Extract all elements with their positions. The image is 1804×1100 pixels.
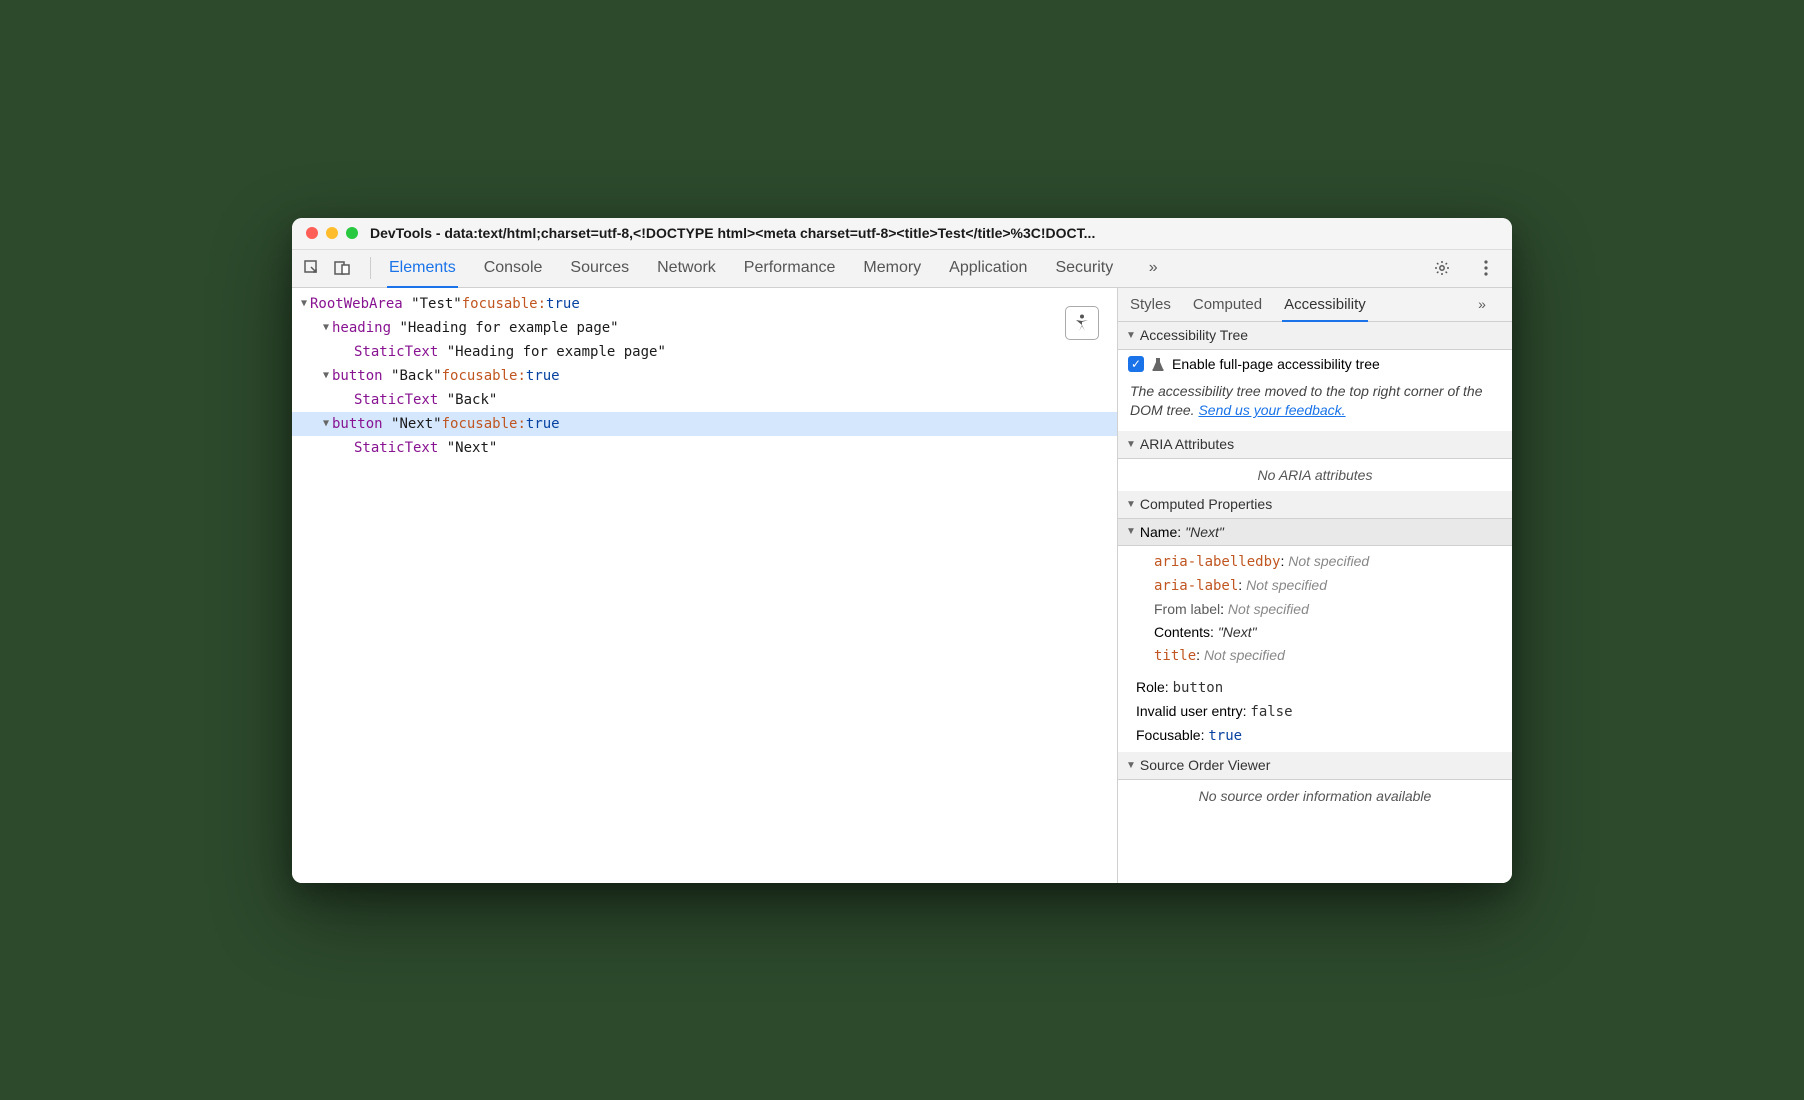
aria-empty: No ARIA attributes xyxy=(1118,459,1512,491)
sidebar-tabs: Styles Computed Accessibility » xyxy=(1118,288,1512,322)
tab-network[interactable]: Network xyxy=(657,250,716,287)
feedback-link[interactable]: Send us your feedback. xyxy=(1198,402,1345,418)
main-tabs: Elements Console Sources Network Perform… xyxy=(381,250,1430,287)
minimize-icon[interactable] xyxy=(326,227,338,239)
separator xyxy=(370,257,371,279)
tab-security[interactable]: Security xyxy=(1055,250,1113,287)
computed-prop: From label: Not specified xyxy=(1118,598,1512,621)
tree-row[interactable]: StaticText "Heading for example page" xyxy=(292,340,1117,364)
tree-row[interactable]: ▼ RootWebArea "Test" focusable: true xyxy=(292,292,1117,316)
tree-row[interactable]: ▼ button "Next" focusable: true xyxy=(292,412,1117,436)
device-icon[interactable] xyxy=(330,256,354,280)
flask-icon xyxy=(1152,357,1164,371)
expand-arrow-icon[interactable]: ▼ xyxy=(298,298,310,309)
computed-prop: Contents: "Next" xyxy=(1118,621,1512,644)
other-properties: Role: button Invalid user entry: false F… xyxy=(1118,672,1512,752)
toolbar-right xyxy=(1430,256,1504,280)
traffic-lights xyxy=(306,227,358,239)
expand-arrow-icon[interactable]: ▼ xyxy=(320,370,332,381)
prop-role: Role: button xyxy=(1118,676,1512,700)
name-header[interactable]: ▼Name: "Next" xyxy=(1118,519,1512,545)
more-tabs-icon[interactable]: » xyxy=(1470,292,1494,316)
accessibility-tree-panel: ▼ RootWebArea "Test" focusable: true▼ he… xyxy=(292,288,1117,883)
prop-invalid: Invalid user entry: false xyxy=(1118,700,1512,724)
titlebar: DevTools - data:text/html;charset=utf-8,… xyxy=(292,218,1512,250)
source-empty: No source order information available xyxy=(1118,780,1512,812)
name-group: ▼Name: "Next" xyxy=(1118,519,1512,546)
accessibility-icon[interactable] xyxy=(1065,306,1099,340)
close-icon[interactable] xyxy=(306,227,318,239)
tree-row[interactable]: ▼ button "Back" focusable: true xyxy=(292,364,1117,388)
tree-row[interactable]: StaticText "Next" xyxy=(292,436,1117,460)
computed-prop: title: Not specified xyxy=(1118,644,1512,668)
tab-application[interactable]: Application xyxy=(949,250,1027,287)
expand-arrow-icon[interactable]: ▼ xyxy=(320,322,332,333)
main-content: ▼ RootWebArea "Test" focusable: true▼ he… xyxy=(292,288,1512,883)
tab-accessibility[interactable]: Accessibility xyxy=(1284,288,1366,321)
tab-styles[interactable]: Styles xyxy=(1130,288,1171,321)
section-a11y-tree[interactable]: ▼Accessibility Tree xyxy=(1118,322,1512,350)
window-title: DevTools - data:text/html;charset=utf-8,… xyxy=(370,225,1498,241)
prop-focusable: Focusable: true xyxy=(1118,724,1512,748)
tab-memory[interactable]: Memory xyxy=(863,250,921,287)
sidebar-panel: Styles Computed Accessibility » ▼Accessi… xyxy=(1117,288,1512,883)
tree-row[interactable]: StaticText "Back" xyxy=(292,388,1117,412)
tab-performance[interactable]: Performance xyxy=(744,250,836,287)
tab-elements[interactable]: Elements xyxy=(389,250,456,287)
computed-prop: aria-label: Not specified xyxy=(1118,574,1512,598)
checkbox-checked-icon: ✓ xyxy=(1128,356,1144,372)
tab-sources[interactable]: Sources xyxy=(570,250,629,287)
name-properties: aria-labelledby: Not specifiedaria-label… xyxy=(1118,546,1512,672)
tab-console[interactable]: Console xyxy=(484,250,543,287)
section-aria[interactable]: ▼ARIA Attributes xyxy=(1118,431,1512,459)
section-source-order[interactable]: ▼Source Order Viewer xyxy=(1118,752,1512,780)
kebab-icon[interactable] xyxy=(1474,256,1498,280)
computed-prop: aria-labelledby: Not specified xyxy=(1118,550,1512,574)
tree-row[interactable]: ▼ heading "Heading for example page" xyxy=(292,316,1117,340)
section-computed[interactable]: ▼Computed Properties xyxy=(1118,491,1512,519)
maximize-icon[interactable] xyxy=(346,227,358,239)
inspect-icon[interactable] xyxy=(300,256,324,280)
main-toolbar: Elements Console Sources Network Perform… xyxy=(292,250,1512,288)
a11y-hint: The accessibility tree moved to the top … xyxy=(1118,378,1512,431)
devtools-window: DevTools - data:text/html;charset=utf-8,… xyxy=(292,218,1512,883)
gear-icon[interactable] xyxy=(1430,256,1454,280)
tab-computed[interactable]: Computed xyxy=(1193,288,1262,321)
expand-arrow-icon[interactable]: ▼ xyxy=(320,418,332,429)
checkbox-label: Enable full-page accessibility tree xyxy=(1172,356,1380,372)
more-tabs-icon[interactable]: » xyxy=(1141,256,1165,280)
enable-fullpage-checkbox[interactable]: ✓ Enable full-page accessibility tree xyxy=(1118,350,1512,378)
